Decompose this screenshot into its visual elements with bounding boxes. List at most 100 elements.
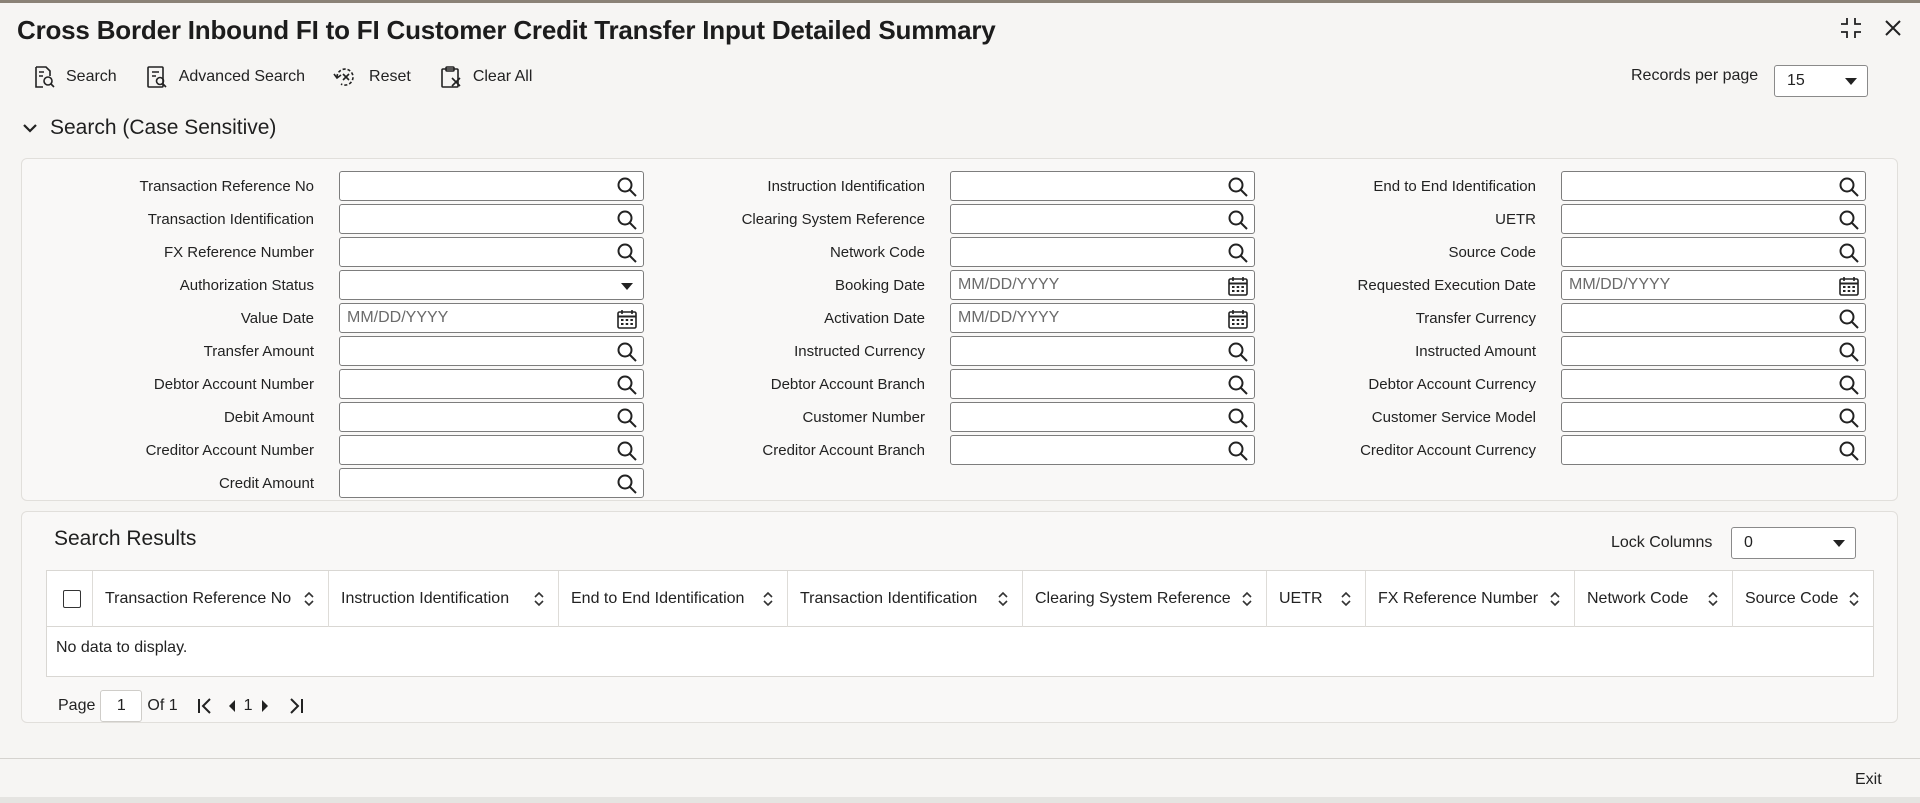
lock-columns-value: 0 [1744, 534, 1753, 551]
empty-message: No data to display. [56, 639, 188, 656]
uetr-label: UETR [1495, 211, 1536, 228]
authorization-status-input[interactable] [339, 270, 644, 300]
column-header-fx-reference-number[interactable]: FX Reference Number [1366, 571, 1575, 627]
sort-icon[interactable] [1242, 591, 1252, 612]
chevron-down-icon [23, 124, 37, 133]
search-icon[interactable] [1838, 209, 1860, 231]
customer-service-model-label: Customer Service Model [1371, 409, 1536, 426]
customer-service-model-input[interactable] [1561, 402, 1866, 432]
lock-columns-select[interactable]: 0 [1731, 527, 1856, 559]
debtor-account-branch-input[interactable] [950, 369, 1255, 399]
clear-all-button[interactable]: Clear All [439, 65, 532, 89]
column-header-network-code[interactable]: Network Code [1575, 571, 1733, 627]
column-header-end-to-end-identification[interactable]: End to End Identification [559, 571, 788, 627]
search-section-toggle[interactable]: Search (Case Sensitive) [22, 116, 276, 140]
search-button[interactable]: Search [32, 65, 117, 89]
creditor-account-number-label: Creditor Account Number [145, 442, 314, 459]
reset-icon [333, 68, 354, 86]
previous-page-icon[interactable] [226, 699, 238, 713]
transfer-amount-input[interactable] [339, 336, 644, 366]
advanced-search-button-label: Advanced Search [178, 68, 306, 85]
debtor-account-currency-input[interactable] [1561, 369, 1866, 399]
sort-icon[interactable] [534, 591, 544, 612]
search-icon[interactable] [1838, 176, 1860, 198]
search-section-title: Search (Case Sensitive) [50, 116, 277, 139]
close-icon[interactable] [1880, 15, 1906, 41]
end-to-end-identification-input[interactable] [1561, 171, 1866, 201]
customer-number-input[interactable] [950, 402, 1255, 432]
instruction-identification-label: Instruction Identification [767, 178, 925, 195]
search-icon[interactable] [1838, 341, 1860, 363]
search-icon[interactable] [1838, 242, 1860, 264]
transaction-identification-input[interactable] [339, 204, 644, 234]
search-icon[interactable] [1838, 407, 1860, 429]
clearing-system-reference-input[interactable] [950, 204, 1255, 234]
activation-date-input[interactable]: MM/DD/YYYY [950, 303, 1255, 333]
last-page-icon[interactable] [287, 697, 305, 715]
requested-execution-date-input[interactable]: MM/DD/YYYY [1561, 270, 1866, 300]
source-code-input[interactable] [1561, 237, 1866, 267]
date-placeholder: MM/DD/YYYY [958, 309, 1060, 326]
search-icon[interactable] [1838, 308, 1860, 330]
search-icon[interactable] [1838, 440, 1860, 462]
uetr-input[interactable] [1561, 204, 1866, 234]
sort-icon[interactable] [1849, 591, 1859, 612]
column-header-transaction-identification[interactable]: Transaction Identification [788, 571, 1023, 627]
debtor-account-number-input[interactable] [339, 369, 644, 399]
transaction-reference-no-input[interactable] [339, 171, 644, 201]
column-header-instruction-identification[interactable]: Instruction Identification [329, 571, 559, 627]
page-number-input[interactable]: 1 [100, 690, 143, 722]
instructed-currency-input[interactable] [950, 336, 1255, 366]
booking-date-label: Booking Date [834, 277, 925, 294]
column-header-uetr[interactable]: UETR [1267, 571, 1366, 627]
column-header-clearing-system-reference[interactable]: Clearing System Reference [1023, 571, 1267, 627]
column-header-source-code[interactable]: Source Code [1733, 571, 1873, 627]
instruction-identification-input[interactable] [950, 171, 1255, 201]
calendar-icon[interactable] [1838, 275, 1860, 297]
footer-divider [0, 758, 1920, 759]
chevron-down-icon [1833, 540, 1845, 547]
creditor-account-branch-input[interactable] [950, 435, 1255, 465]
search-icon[interactable] [1838, 374, 1860, 396]
creditor-account-currency-input[interactable] [1561, 435, 1866, 465]
window-controls [1838, 15, 1906, 41]
network-code-input[interactable] [950, 237, 1255, 267]
value-date-input[interactable]: MM/DD/YYYY [339, 303, 644, 333]
debit-amount-input[interactable] [339, 402, 644, 432]
sort-icon[interactable] [1341, 591, 1351, 612]
select-all-checkbox[interactable] [63, 590, 81, 608]
search-icon[interactable] [616, 473, 638, 495]
records-per-page-label: Records per page [1631, 67, 1759, 84]
fx-reference-number-label: FX Reference Number [163, 244, 314, 261]
network-code-label: Network Code [829, 244, 925, 261]
column-header-label: Transaction Identification [800, 590, 978, 607]
pagination: Page 1 Of 1 1 [58, 690, 305, 722]
debtor-account-number-label: Debtor Account Number [153, 376, 314, 393]
instructed-currency-label: Instructed Currency [794, 343, 925, 360]
advanced-search-button[interactable]: Advanced Search [145, 65, 305, 89]
reset-button-label: Reset [369, 68, 411, 85]
fx-reference-number-input[interactable] [339, 237, 644, 267]
exit-button[interactable]: Exit [1855, 771, 1882, 789]
sort-icon[interactable] [304, 591, 314, 612]
first-page-icon[interactable] [196, 697, 214, 715]
sort-icon[interactable] [763, 591, 773, 612]
column-header-transaction-reference-no[interactable]: Transaction Reference No [93, 571, 329, 627]
reset-button[interactable]: Reset [333, 65, 411, 89]
instructed-amount-input[interactable] [1561, 336, 1866, 366]
sort-icon[interactable] [998, 591, 1008, 612]
source-code-label: Source Code [1448, 244, 1536, 261]
expand-icon[interactable] [1838, 15, 1864, 41]
clipboard-icon [441, 66, 461, 88]
records-per-page-select[interactable]: 15 [1774, 65, 1868, 97]
column-header-label: Source Code [1745, 590, 1839, 607]
column-header-label: Network Code [1587, 590, 1689, 607]
credit-amount-input[interactable] [339, 468, 644, 498]
next-page-icon[interactable] [259, 699, 271, 713]
creditor-account-number-input[interactable] [339, 435, 644, 465]
records-per-page-value: 15 [1787, 72, 1805, 89]
sort-icon[interactable] [1550, 591, 1560, 612]
booking-date-input[interactable]: MM/DD/YYYY [950, 270, 1255, 300]
transfer-currency-input[interactable] [1561, 303, 1866, 333]
sort-icon[interactable] [1708, 591, 1718, 612]
